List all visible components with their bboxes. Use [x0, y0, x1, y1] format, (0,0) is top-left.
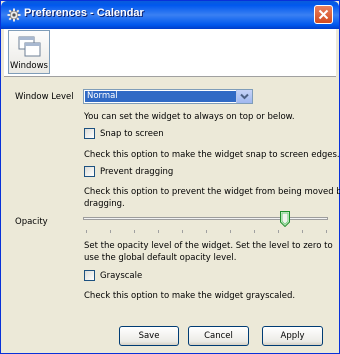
- preferences-window: Preferences - Calendar Windows Window Le…: [0, 0, 340, 354]
- slider-tick: [326, 230, 327, 233]
- prevent-dragging-checkbox[interactable]: [84, 166, 95, 177]
- slider-tick: [206, 230, 207, 233]
- close-icon: [318, 9, 329, 20]
- window-level-label: Window Level: [15, 92, 74, 102]
- prevent-dragging-label[interactable]: Prevent dragging: [100, 167, 173, 177]
- save-button[interactable]: Save: [119, 326, 179, 346]
- slider-tick: [302, 230, 303, 233]
- prevent-dragging-description-2: dragging.: [84, 199, 125, 209]
- snap-to-screen-label[interactable]: Snap to screen: [100, 129, 164, 139]
- window-level-description: You can set the widget to always on top …: [84, 112, 295, 122]
- tab-windows-label: Windows: [10, 61, 48, 71]
- window-level-value: Normal: [85, 91, 236, 102]
- grayscale-description: Check this option to make the widget gra…: [84, 291, 296, 301]
- grayscale-label[interactable]: Grayscale: [100, 271, 142, 281]
- slider-tick: [254, 230, 255, 233]
- slider-tick: [278, 230, 279, 233]
- snap-to-screen-description: Check this option to make the widget sna…: [84, 150, 340, 160]
- opacity-description-1: Set the opacity level of the widget. Set…: [84, 241, 333, 251]
- snap-to-screen-checkbox[interactable]: [84, 128, 95, 139]
- preferences-content: Window Level Normal You can set the widg…: [4, 77, 340, 352]
- opacity-description-2: use the global default opacity level.: [84, 253, 237, 263]
- cancel-button[interactable]: Cancel: [188, 326, 249, 346]
- chevron-down-icon[interactable]: [236, 90, 252, 103]
- title-bar[interactable]: Preferences - Calendar: [1, 1, 339, 29]
- slider-tick: [134, 230, 135, 233]
- windows-icon: [18, 36, 41, 57]
- slider-tick: [110, 230, 111, 233]
- slider-tick: [182, 230, 183, 233]
- opacity-slider-thumb[interactable]: [280, 211, 290, 228]
- apply-button[interactable]: Apply: [262, 326, 323, 346]
- opacity-slider-track[interactable]: [83, 217, 328, 220]
- slider-tick: [230, 230, 231, 233]
- opacity-label: Opacity: [15, 217, 48, 227]
- category-toolbar: Windows: [4, 29, 336, 77]
- gear-icon: [7, 8, 21, 22]
- slider-tick: [86, 230, 87, 233]
- close-button[interactable]: [314, 5, 333, 24]
- grayscale-checkbox[interactable]: [84, 270, 95, 281]
- window-title: Preferences - Calendar: [24, 7, 144, 19]
- tab-windows[interactable]: Windows: [8, 30, 50, 74]
- prevent-dragging-description-1: Check this option to prevent the widget …: [84, 187, 340, 197]
- slider-tick: [158, 230, 159, 233]
- window-level-select[interactable]: Normal: [83, 89, 253, 104]
